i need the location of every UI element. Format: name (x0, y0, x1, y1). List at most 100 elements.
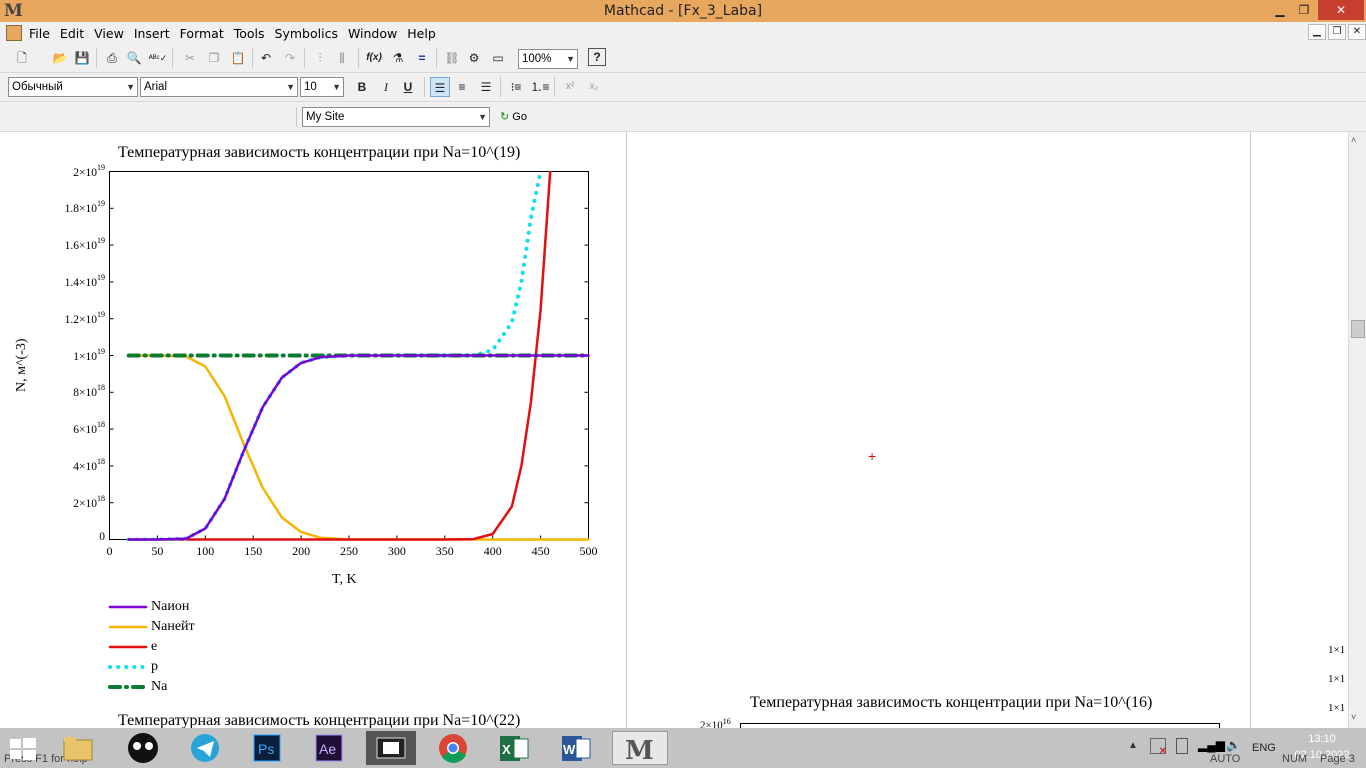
start-icon[interactable] (2, 731, 52, 765)
component-wizard-icon[interactable]: ⚙ (464, 48, 484, 68)
cut-icon[interactable]: ✂ (180, 48, 200, 68)
menu-view[interactable]: View (89, 22, 129, 41)
print-icon[interactable]: ⎙ (102, 48, 122, 68)
font-size-select[interactable]: 10 ▼ (300, 77, 344, 97)
menu-window[interactable]: Window (343, 22, 402, 41)
worksheet[interactable]: Температурная зависимость концентрации п… (0, 132, 1348, 728)
x-tick-label: 150 (244, 544, 263, 558)
panda-app-icon[interactable] (118, 731, 168, 765)
photoshop-icon[interactable]: Ps (243, 731, 293, 765)
tray-network-blocked-icon[interactable]: ✕ (1150, 738, 1167, 757)
align-left-icon[interactable]: ☰ (430, 77, 450, 97)
copy-icon[interactable]: ❐ (204, 48, 224, 68)
minimize-button[interactable]: ▁ (1268, 0, 1292, 20)
menu-format[interactable]: Format (175, 22, 229, 41)
x-tick-label: 500 (579, 544, 598, 558)
y-tick-label: 1×1019 (73, 346, 105, 363)
align-across-icon[interactable]: ⫶ (310, 48, 330, 68)
bold-button[interactable]: B (352, 77, 372, 97)
x-tick-label: 100 (196, 544, 215, 558)
underline-button[interactable]: U (398, 77, 418, 97)
close-button[interactable]: ✕ (1318, 0, 1364, 20)
undo-icon[interactable]: ↶ (256, 48, 276, 68)
menu-edit[interactable]: Edit (55, 22, 89, 41)
telegram-icon[interactable] (180, 731, 230, 765)
paste-icon[interactable]: 📋 (228, 48, 248, 68)
svg-text:X: X (502, 742, 511, 757)
chrome-icon[interactable] (428, 731, 478, 765)
tray-expand-icon[interactable]: ▲ (1128, 740, 1138, 751)
numbered-list-icon[interactable]: ⒈≡ (530, 77, 550, 97)
site-select[interactable]: My Site ▼ (302, 107, 490, 127)
menu-help[interactable]: Help (402, 22, 441, 41)
after-effects-icon[interactable]: Ae (305, 731, 355, 765)
video-editor-icon[interactable] (366, 731, 416, 765)
font-select[interactable]: Arial ▼ (140, 77, 298, 97)
menu-insert[interactable]: Insert (129, 22, 175, 41)
second-chart-title: Температурная зависимость концентрации п… (118, 712, 521, 728)
menu-file[interactable]: File (24, 22, 55, 41)
y-tick-label: 0 (99, 530, 105, 543)
zoom-select[interactable]: 100% ▼ (518, 49, 578, 69)
doc-minimize-button[interactable]: ▁ (1308, 24, 1326, 40)
tray-volume-muted-icon[interactable]: 🔈 (1226, 738, 1241, 752)
tray-language[interactable]: ENG (1252, 742, 1276, 754)
tray-time[interactable]: 13:10 (1296, 733, 1348, 745)
window-title: Mathcad - [Fx_3_Laba] (603, 3, 763, 19)
tray-signal-icon[interactable]: ▂▄▆ (1198, 738, 1225, 752)
resource-center-icon[interactable]: ▭ (488, 48, 508, 68)
menu-tools[interactable]: Tools (229, 22, 270, 41)
document-icon[interactable] (6, 25, 22, 41)
x-axis-label: T, K (332, 572, 357, 587)
insert-function-icon[interactable]: f(x) (364, 48, 384, 68)
page-break-line (1250, 132, 1251, 728)
legend-label: p (151, 659, 158, 674)
superscript-icon[interactable]: x² (560, 77, 580, 97)
tray-battery-icon[interactable] (1176, 738, 1188, 754)
go-button[interactable]: ↻ Go (500, 110, 527, 123)
subscript-icon[interactable]: x₂ (584, 77, 604, 97)
svg-text:Ae: Ae (319, 741, 336, 757)
help-icon[interactable]: ? (588, 48, 606, 66)
plot-area[interactable] (109, 171, 590, 541)
scroll-down-icon[interactable]: ˅ (1351, 712, 1356, 722)
clipped-label: 1×1 (1328, 673, 1346, 685)
restore-button[interactable]: ❐ (1292, 0, 1316, 20)
open-folder-icon[interactable]: 📂 (50, 48, 70, 68)
insert-hyperlink-icon[interactable]: ⛓ (442, 48, 462, 68)
insert-unit-icon[interactable]: ⚗ (388, 48, 408, 68)
excel-icon[interactable]: X (490, 731, 540, 765)
vertical-scrollbar[interactable]: ˄ ˅ (1348, 132, 1366, 728)
italic-button[interactable]: I (376, 77, 396, 97)
file-explorer-icon[interactable] (54, 731, 104, 765)
align-right-icon[interactable]: ☰ (476, 77, 496, 97)
y-tick-label: 6×1018 (73, 420, 105, 437)
mathcad-taskbar-icon[interactable]: M (612, 731, 668, 766)
y-tick-label: 8×1018 (73, 383, 105, 400)
taskbar: Press F1 for help Ps Ae X W M ▲ ✕ ▂▄▆ 🔈 … (0, 728, 1366, 768)
x-tick-label: 400 (483, 544, 502, 558)
new-document-icon[interactable]: 🗋 (12, 48, 32, 68)
align-down-icon[interactable]: ⫼ (332, 48, 352, 68)
chart-2-title: Температурная зависимость концентрации п… (750, 694, 1153, 711)
legend-swatch (108, 665, 148, 669)
doc-restore-button[interactable]: ❐ (1328, 24, 1346, 40)
web-toolbar: My Site ▼ ↻ Go (0, 102, 1366, 132)
legend-label: Na (151, 679, 168, 694)
bullet-list-icon[interactable]: ⁝≡ (506, 77, 526, 97)
scroll-up-icon[interactable]: ˄ (1351, 135, 1356, 145)
save-icon[interactable]: 💾 (72, 48, 92, 68)
style-select[interactable]: Обычный ▼ (8, 77, 138, 97)
menu-symbolics[interactable]: Symbolics (270, 22, 343, 41)
chart-title: Температурная зависимость концентрации п… (118, 144, 521, 161)
spellcheck-icon[interactable]: ᴬᴮᶜ✓ (148, 48, 168, 68)
y-tick-label: 2×1019 (73, 162, 105, 179)
scroll-thumb[interactable] (1351, 320, 1365, 338)
align-center-icon[interactable]: ≡ (452, 77, 472, 97)
redo-icon[interactable]: ↷ (280, 48, 300, 68)
x-tick-label: 250 (340, 544, 358, 558)
doc-close-button[interactable]: ✕ (1348, 24, 1366, 40)
print-preview-icon[interactable]: 🔍 (124, 48, 144, 68)
calculate-icon[interactable]: = (412, 48, 432, 68)
word-icon[interactable]: W (552, 731, 602, 765)
